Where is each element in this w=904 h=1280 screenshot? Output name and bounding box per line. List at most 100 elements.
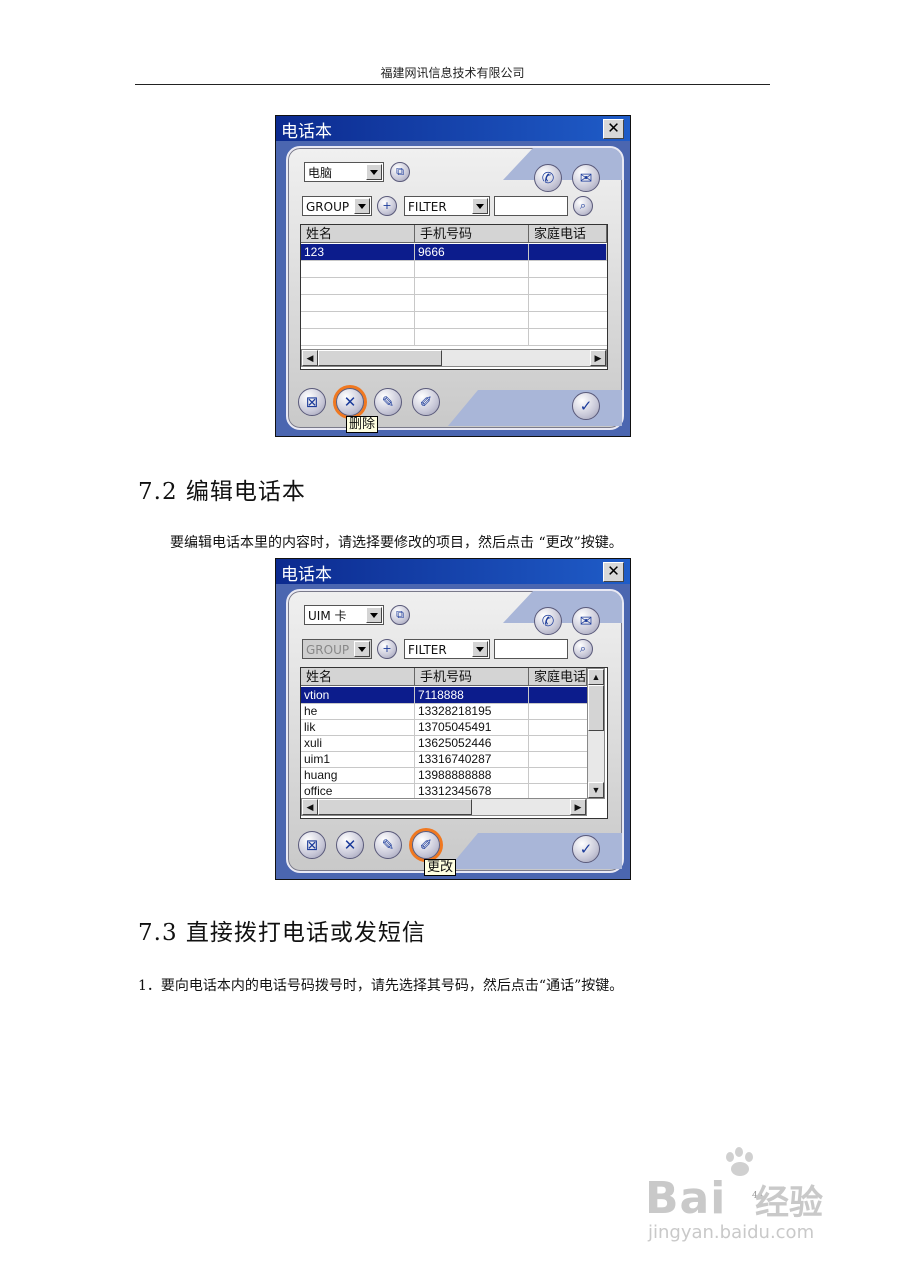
column-header-mobile[interactable]: 手机号码 xyxy=(415,668,529,686)
source-combo[interactable]: UIM 卡 xyxy=(304,605,384,625)
tooltip: 更改 xyxy=(424,859,457,876)
copy-icon[interactable]: ⧉ xyxy=(390,605,410,625)
empty-row xyxy=(301,278,607,295)
table-row[interactable]: huang 13988888888 xyxy=(301,767,587,784)
cell-mobile: 13316740287 xyxy=(415,751,529,767)
chevron-down-icon[interactable] xyxy=(472,641,488,657)
dialog-panel: 电脑 ⧉ ✆ ✉ GROUP + FILTER ⌕ 姓名 手机号码 家庭电话 1… xyxy=(286,146,624,433)
search-icon[interactable]: ⌕ xyxy=(573,196,593,216)
table-row[interactable]: uim1 13316740287 xyxy=(301,751,587,768)
scroll-left-icon[interactable]: ◀ xyxy=(302,350,318,366)
edit-button[interactable]: ✐ xyxy=(412,388,440,416)
contacts-table: 姓名 手机号码 家庭电话 123 9666 ◀ ▶ xyxy=(300,224,608,370)
cell-mobile: 13328218195 xyxy=(415,703,529,719)
table-row[interactable]: 123 9666 xyxy=(301,244,607,261)
cell-name: lik xyxy=(301,719,415,735)
watermark-logo: Bai xyxy=(645,1173,727,1224)
filter-combo-value: FILTER xyxy=(408,200,447,214)
filter-input[interactable] xyxy=(494,639,568,659)
section-text-7-3: 1．要向电话本内的电话号码拨号时，请先选择其号码，然后点击“通话”按键。 xyxy=(138,978,624,994)
source-combo[interactable]: 电脑 xyxy=(304,162,384,182)
sms-button[interactable]: ✉ xyxy=(572,164,600,192)
group-combo[interactable]: GROUP xyxy=(302,196,372,216)
filter-combo[interactable]: FILTER xyxy=(404,639,490,659)
paw-icon xyxy=(726,1147,753,1176)
chevron-down-icon[interactable] xyxy=(366,164,382,180)
table-row[interactable]: xuli 13625052446 xyxy=(301,735,587,752)
cell-mobile: 13705045491 xyxy=(415,719,529,735)
section-title-7-2: 7.2 编辑电话本 xyxy=(138,479,306,505)
phonebook-dialog-1: 电话本 ✕ 电脑 ⧉ ✆ ✉ GROUP + FILTER ⌕ 姓名 手机号码 … xyxy=(275,115,631,437)
delete-button[interactable]: ✕ xyxy=(336,388,364,416)
delete-button[interactable]: ✕ xyxy=(336,831,364,859)
table-row[interactable]: he 13328218195 xyxy=(301,703,587,720)
add-group-icon[interactable]: + xyxy=(377,639,397,659)
scroll-thumb[interactable] xyxy=(318,799,472,815)
column-header-name[interactable]: 姓名 xyxy=(301,668,415,686)
table-row[interactable]: lik 13705045491 xyxy=(301,719,587,736)
scroll-right-icon[interactable]: ▶ xyxy=(570,799,586,815)
add-group-icon[interactable]: + xyxy=(377,196,397,216)
header-rule xyxy=(135,84,770,85)
cell-mobile: 9666 xyxy=(415,244,529,260)
cell-name: he xyxy=(301,703,415,719)
cell-mobile: 13625052446 xyxy=(415,735,529,751)
horizontal-scrollbar[interactable]: ◀ ▶ xyxy=(301,349,607,367)
copy-icon[interactable]: ⧉ xyxy=(390,162,410,182)
contacts-table: 姓名 手机号码 家庭电话 vtion 7118888 he 1332821819… xyxy=(300,667,608,819)
sms-button[interactable]: ✉ xyxy=(572,607,600,635)
chevron-down-icon[interactable] xyxy=(472,198,488,214)
group-combo-value: GROUP xyxy=(306,200,350,214)
edit-button[interactable]: ✐ xyxy=(412,831,440,859)
cell-name: office xyxy=(301,783,415,799)
column-header-home[interactable]: 家庭电话 xyxy=(529,225,607,243)
scroll-up-icon[interactable]: ▲ xyxy=(588,669,604,685)
chevron-down-icon[interactable] xyxy=(366,607,382,623)
cell-name: uim1 xyxy=(301,751,415,767)
add-contact-button[interactable]: ✎ xyxy=(374,831,402,859)
cell-mobile: 13312345678 xyxy=(415,783,529,799)
close-button[interactable]: ✕ xyxy=(603,119,624,139)
tooltip: 删除 xyxy=(346,416,379,433)
add-contact-button[interactable]: ✎ xyxy=(374,388,402,416)
section-text-7-2: 要编辑电话本里的内容时，请选择要修改的项目，然后点击 “更改”按键。 xyxy=(170,535,623,551)
empty-row xyxy=(301,295,607,312)
call-button[interactable]: ✆ xyxy=(534,164,562,192)
vertical-scrollbar[interactable]: ▲ ▼ xyxy=(587,668,605,799)
confirm-button[interactable]: ✓ xyxy=(572,392,600,420)
dialog-panel: UIM 卡 ⧉ ✆ ✉ GROUP + FILTER ⌕ 姓名 手机号码 家庭电… xyxy=(286,589,624,876)
page-header: 福建网讯信息技术有限公司 xyxy=(380,66,525,80)
horizontal-scrollbar[interactable]: ◀ ▶ xyxy=(301,798,587,816)
group-combo[interactable]: GROUP xyxy=(302,639,372,659)
delete-all-button[interactable]: ⊠ xyxy=(298,388,326,416)
chevron-down-icon[interactable] xyxy=(354,198,370,214)
table-row[interactable]: vtion 7118888 xyxy=(301,687,587,704)
filter-combo-value: FILTER xyxy=(408,643,447,657)
dialog-title: 电话本 xyxy=(281,122,332,142)
cell-name: 123 xyxy=(301,244,415,260)
empty-row xyxy=(301,261,607,278)
call-button[interactable]: ✆ xyxy=(534,607,562,635)
cell-name: xuli xyxy=(301,735,415,751)
scroll-left-icon[interactable]: ◀ xyxy=(302,799,318,815)
panel-decoration xyxy=(448,390,478,426)
delete-all-button[interactable]: ⊠ xyxy=(298,831,326,859)
filter-input[interactable] xyxy=(494,196,568,216)
filter-combo[interactable]: FILTER xyxy=(404,196,490,216)
phonebook-dialog-2: 电话本 ✕ UIM 卡 ⧉ ✆ ✉ GROUP + FILTER ⌕ 姓名 手机… xyxy=(275,558,631,880)
title-bar: 电话本 ✕ xyxy=(276,116,630,142)
chevron-down-icon[interactable] xyxy=(354,641,370,657)
scroll-thumb[interactable] xyxy=(588,685,604,731)
group-combo-value: GROUP xyxy=(306,643,350,657)
close-button[interactable]: ✕ xyxy=(603,562,624,582)
baidu-watermark: Bai 经验 jingyan.baidu.com xyxy=(640,1145,880,1245)
column-header-mobile[interactable]: 手机号码 xyxy=(415,225,529,243)
scroll-down-icon[interactable]: ▼ xyxy=(588,782,604,798)
search-icon[interactable]: ⌕ xyxy=(573,639,593,659)
scroll-thumb[interactable] xyxy=(318,350,442,366)
column-header-name[interactable]: 姓名 xyxy=(301,225,415,243)
watermark-logo-cn: 经验 xyxy=(755,1183,823,1223)
scroll-right-icon[interactable]: ▶ xyxy=(590,350,606,366)
column-header-home[interactable]: 家庭电话 xyxy=(529,668,587,686)
confirm-button[interactable]: ✓ xyxy=(572,835,600,863)
